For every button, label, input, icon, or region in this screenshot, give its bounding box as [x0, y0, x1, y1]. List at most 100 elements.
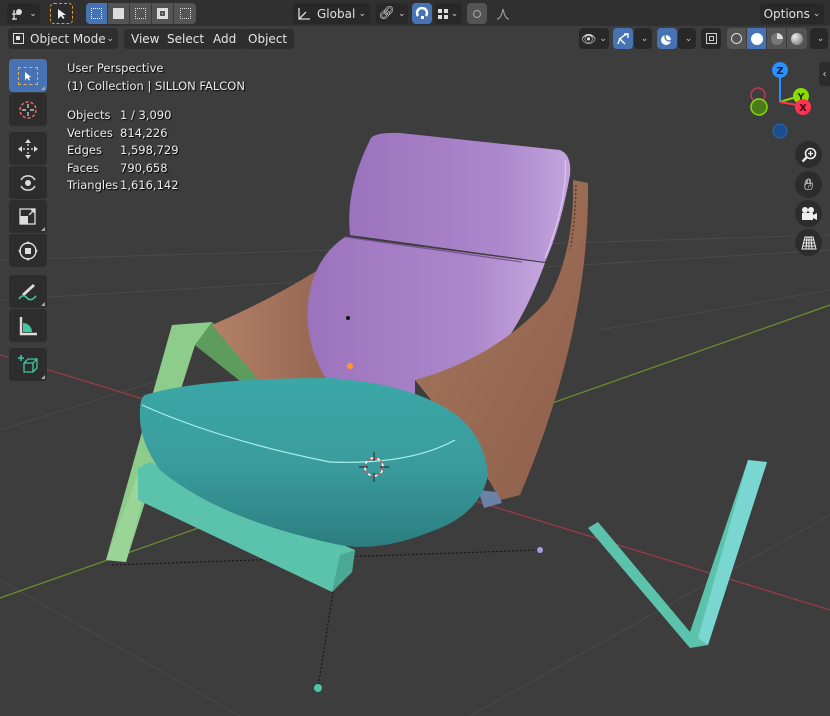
stat-row-edges: Edges 1,598,729: [67, 143, 179, 157]
pan-button[interactable]: ✋︎: [795, 171, 822, 198]
chevron-left-icon: ‹: [822, 68, 827, 80]
tool-rotate[interactable]: [9, 166, 47, 199]
solid-sphere-icon: [750, 32, 763, 45]
snap-toggle[interactable]: [412, 3, 432, 24]
overlays-icon: [661, 31, 674, 45]
stat-row-vertices: Vertices 814,226: [67, 125, 168, 140]
svg-text:X: X: [799, 103, 807, 114]
collection-label: (1) Collection | SILLON FALCON: [67, 78, 245, 93]
tool-measure[interactable]: [9, 309, 47, 342]
gizmo-dropdown[interactable]: ⌄: [634, 28, 652, 49]
options-dropdown[interactable]: Options ⌄: [760, 3, 824, 24]
gizmo-toggle[interactable]: [613, 28, 633, 49]
shading-solid-button[interactable]: [747, 28, 767, 49]
select-difference-button[interactable]: [152, 3, 174, 24]
chevron-down-icon: ⌄: [599, 33, 607, 44]
xray-icon: [705, 33, 717, 44]
shading-rendered-button[interactable]: [787, 28, 807, 49]
stat-row-faces: Faces 790,658: [67, 160, 168, 175]
chevron-down-icon: ⌄: [29, 8, 37, 19]
cursor-arrow-icon: [57, 8, 66, 19]
transform-icon: [18, 240, 38, 261]
zoom-magnifier-icon: [801, 147, 816, 162]
pivot-link-icon: 🔗︎: [378, 6, 395, 21]
scale-icon: [19, 207, 36, 225]
select-new-icon: [91, 8, 102, 19]
hand-icon: ✋︎: [803, 174, 814, 194]
proportional-falloff-dropdown[interactable]: [489, 3, 517, 24]
options-label: Options: [763, 6, 810, 21]
tool-add-cube[interactable]: [9, 348, 47, 381]
camera-icon: [801, 206, 817, 220]
select-intersect-icon: [179, 8, 191, 19]
selection-mode-group: [86, 3, 196, 24]
select-extend-button[interactable]: [108, 3, 130, 24]
chevron-down-icon: ⌄: [812, 8, 821, 19]
navigation-gizmo[interactable]: Z Y X: [745, 60, 815, 140]
sidebar-toggle[interactable]: ‹: [819, 62, 830, 86]
empty-object-marker: [537, 547, 543, 553]
chevron-down-icon: ⌄: [640, 33, 649, 44]
tool-select-box[interactable]: [9, 59, 47, 92]
shading-wireframe-button[interactable]: [727, 28, 747, 49]
chevron-down-icon: ⌄: [358, 8, 366, 19]
menu-add[interactable]: Add: [206, 29, 244, 49]
mode-dropdown[interactable]: Object Mode ⌄: [8, 28, 118, 49]
gizmo-arrow-icon: [617, 32, 629, 44]
object-origin: [347, 363, 353, 369]
tool-move[interactable]: [9, 132, 47, 165]
xray-toggle[interactable]: [701, 28, 721, 49]
chevron-down-icon: ⌄: [816, 33, 825, 44]
grid-perspective-icon: [800, 236, 817, 249]
wireframe-sphere-icon: [731, 33, 742, 44]
object-visibility-dropdown[interactable]: 👁︎ ⌄: [579, 28, 609, 49]
move-arrows-icon: [18, 138, 38, 159]
editor-type-icon: [12, 8, 23, 20]
chevron-down-icon: ⌄: [106, 33, 114, 44]
menu-object[interactable]: Object: [241, 29, 295, 49]
overlays-toggle[interactable]: [657, 28, 677, 49]
chevron-down-icon: ⌄: [397, 8, 406, 19]
select-intersect-button[interactable]: [174, 3, 196, 24]
measure-ruler-icon: [19, 316, 37, 335]
tool-scale[interactable]: [9, 200, 47, 233]
viewport-info-overlay: User Perspective (1) Collection | SILLON…: [67, 60, 245, 195]
gizmo-neg-y[interactable]: [750, 98, 768, 116]
snap-target-dropdown[interactable]: ⌄: [434, 3, 462, 24]
3d-viewport[interactable]: ⌄ Global ⌄ 🔗︎ ⌄ ⌄ Options ⌄ Object Mode …: [0, 0, 830, 716]
select-box-icon: [18, 66, 38, 85]
add-cube-icon: [18, 354, 38, 373]
shading-material-button[interactable]: [767, 28, 787, 49]
select-extend-icon: [113, 8, 124, 19]
rotate-icon: [20, 174, 36, 191]
shading-dropdown[interactable]: ⌄: [810, 28, 828, 49]
svg-text:Z: Z: [776, 66, 783, 77]
tool-annotate[interactable]: [9, 275, 47, 308]
overlays-dropdown[interactable]: ⌄: [678, 28, 696, 49]
chevron-down-icon: ⌄: [684, 33, 693, 44]
tool-transform[interactable]: [9, 234, 47, 267]
ortho-toggle-button[interactable]: [795, 229, 822, 256]
3d-cursor-tool-icon: [19, 100, 37, 119]
transform-orientation-dropdown[interactable]: Global ⌄: [293, 3, 370, 24]
select-subtract-button[interactable]: [130, 3, 152, 24]
camera-view-button[interactable]: [795, 200, 822, 227]
proportional-edit-icon: [473, 9, 481, 18]
orientation-icon: [298, 7, 310, 20]
gizmo-neg-z[interactable]: [772, 123, 788, 139]
pivot-point-dropdown[interactable]: 🔗︎ ⌄: [376, 3, 408, 24]
select-subtract-icon: [135, 8, 146, 19]
snap-magnet-icon: [415, 6, 429, 19]
shading-mode-group: [727, 28, 807, 49]
rendered-sphere-icon: [791, 32, 803, 45]
snap-increment-icon: [437, 8, 448, 19]
menu-select[interactable]: Select: [160, 29, 212, 49]
select-new-button[interactable]: [86, 3, 108, 24]
material-sphere-icon: [770, 32, 783, 45]
proportional-editing-toggle[interactable]: [467, 3, 487, 24]
annotate-pencil-icon: [18, 283, 37, 300]
select-tool-button[interactable]: [50, 3, 73, 24]
tool-cursor[interactable]: [9, 93, 47, 126]
zoom-button[interactable]: [795, 141, 822, 168]
editor-type-button[interactable]: ⌄: [7, 3, 40, 24]
